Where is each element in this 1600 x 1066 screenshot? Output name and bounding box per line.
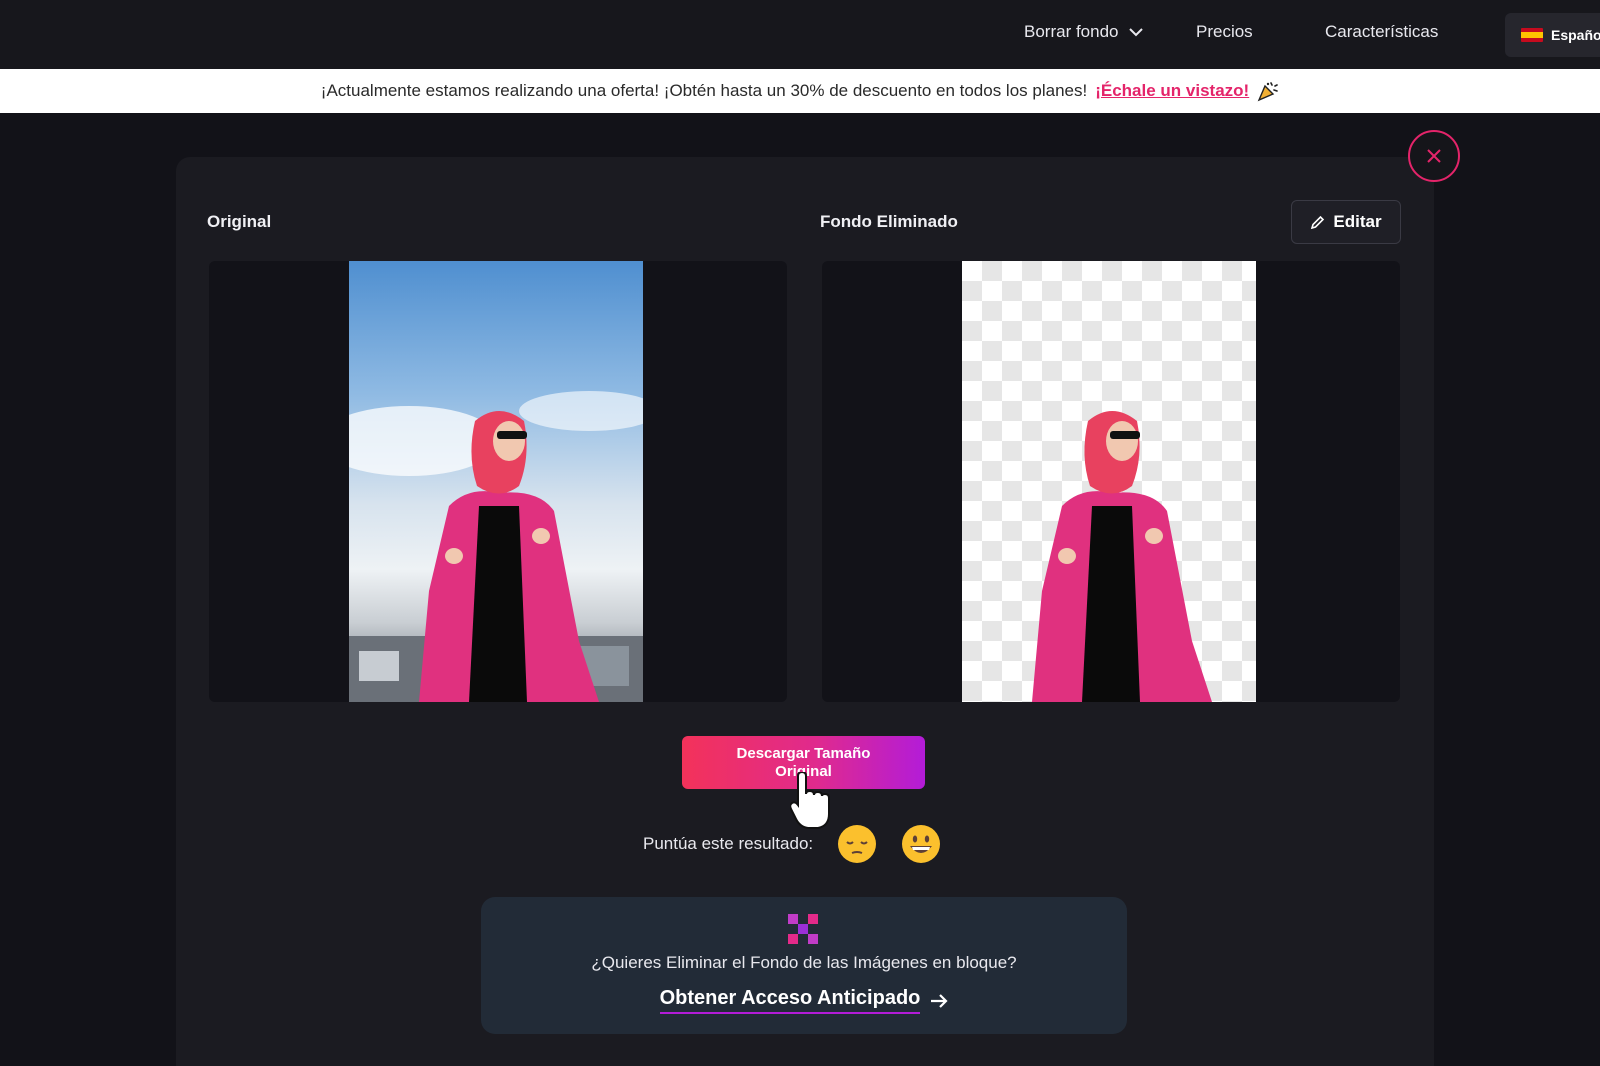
nav-item-borrar-fondo[interactable]: Borrar fondo bbox=[1024, 22, 1143, 42]
original-photo bbox=[349, 261, 643, 702]
woman-figure-cutout bbox=[1032, 411, 1212, 702]
rating-label: Puntúa este resultado: bbox=[643, 834, 814, 853]
nav-item-label: Precios bbox=[1196, 22, 1253, 41]
nav-item-caracteristicas[interactable]: Características bbox=[1325, 22, 1438, 42]
promo-banner: ¡Actualmente estamos realizando una ofer… bbox=[0, 69, 1600, 113]
chevron-down-icon bbox=[1128, 27, 1143, 36]
spain-flag-icon bbox=[1521, 28, 1543, 42]
bulk-question: ¿Quieres Eliminar el Fondo de las Imágen… bbox=[591, 953, 1017, 972]
language-selector[interactable]: Españo bbox=[1505, 13, 1600, 57]
pencil-icon bbox=[1311, 215, 1325, 229]
promo-link[interactable]: ¡Échale un vistazo! bbox=[1095, 81, 1249, 101]
top-navigation: Borrar fondo Precios Características Esp… bbox=[0, 0, 1600, 69]
arrow-right-icon bbox=[931, 993, 948, 1008]
grinning-face-icon[interactable] bbox=[901, 824, 941, 864]
hand-pointer-icon bbox=[790, 772, 830, 829]
close-icon bbox=[1427, 149, 1441, 163]
woman-figure-original bbox=[349, 391, 643, 702]
nav-item-precios[interactable]: Precios bbox=[1196, 22, 1253, 42]
close-button[interactable] bbox=[1408, 130, 1460, 182]
early-access-label: Obtener Acceso Anticipado bbox=[659, 987, 921, 1014]
rating-row: Puntúa este resultado: bbox=[643, 824, 941, 864]
party-popper-icon bbox=[1257, 82, 1279, 102]
early-access-link[interactable]: Obtener Acceso Anticipado bbox=[481, 987, 1127, 1014]
pensive-face-icon[interactable] bbox=[837, 824, 877, 864]
removed-preview bbox=[822, 261, 1400, 702]
removed-photo bbox=[962, 261, 1256, 702]
nav-item-label: Borrar fondo bbox=[1024, 22, 1119, 41]
nav-item-label: Características bbox=[1325, 22, 1439, 41]
original-label: Original bbox=[207, 212, 272, 231]
removed-label: Fondo Eliminado bbox=[820, 212, 958, 231]
grid-icon bbox=[788, 914, 818, 944]
edit-button[interactable]: Editar bbox=[1291, 200, 1401, 244]
language-label: Españo bbox=[1551, 27, 1600, 43]
original-preview bbox=[209, 261, 787, 702]
promo-text: ¡Actualmente estamos realizando una ofer… bbox=[320, 81, 1088, 100]
edit-button-label: Editar bbox=[1333, 212, 1382, 231]
bulk-removal-card: ¿Quieres Eliminar el Fondo de las Imágen… bbox=[481, 897, 1127, 1034]
